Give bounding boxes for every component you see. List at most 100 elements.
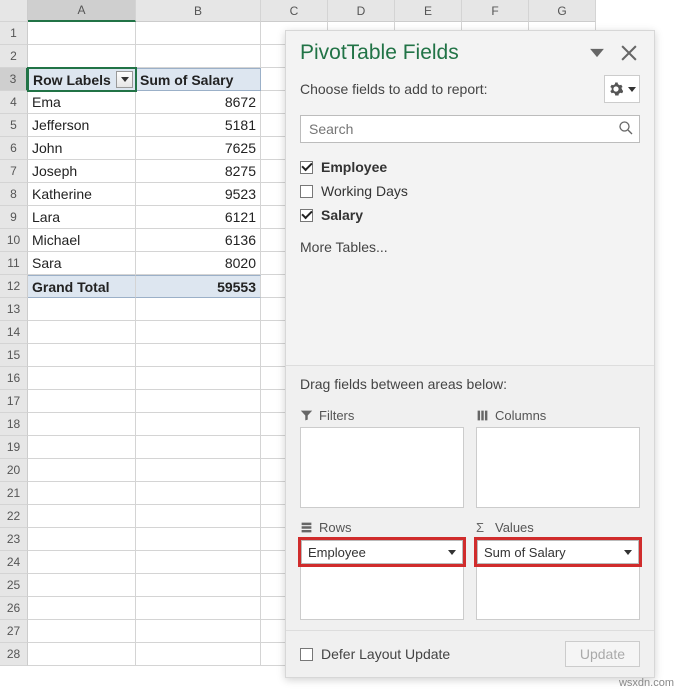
column-header-d[interactable]: D bbox=[328, 0, 395, 22]
cell[interactable]: Katherine bbox=[28, 183, 136, 206]
filters-drop-box[interactable] bbox=[300, 427, 464, 508]
values-chip-sum-salary[interactable]: Sum of Salary bbox=[477, 540, 639, 564]
row-header[interactable]: 7 bbox=[0, 160, 28, 183]
cell[interactable] bbox=[136, 551, 261, 574]
row-header[interactable]: 18 bbox=[0, 413, 28, 436]
cell[interactable] bbox=[136, 344, 261, 367]
cell[interactable]: Jefferson bbox=[28, 114, 136, 137]
cell[interactable]: Row Labels bbox=[28, 68, 136, 91]
cell[interactable] bbox=[28, 459, 136, 482]
cell[interactable] bbox=[136, 390, 261, 413]
field-item-working-days[interactable]: Working Days bbox=[300, 179, 640, 203]
rows-chip-employee[interactable]: Employee bbox=[301, 540, 463, 564]
row-header[interactable]: 13 bbox=[0, 298, 28, 321]
row-header[interactable]: 4 bbox=[0, 91, 28, 114]
cell[interactable] bbox=[136, 482, 261, 505]
column-header-f[interactable]: F bbox=[462, 0, 529, 22]
row-header[interactable]: 24 bbox=[0, 551, 28, 574]
cell[interactable]: Ema bbox=[28, 91, 136, 114]
cell[interactable] bbox=[136, 505, 261, 528]
cell[interactable] bbox=[28, 436, 136, 459]
row-header[interactable]: 1 bbox=[0, 22, 28, 45]
cell[interactable] bbox=[136, 367, 261, 390]
cell[interactable] bbox=[28, 22, 136, 45]
cell[interactable]: 8672 bbox=[136, 91, 261, 114]
cell[interactable]: Sum of Salary bbox=[136, 68, 261, 91]
cell[interactable] bbox=[28, 413, 136, 436]
defer-layout-checkbox[interactable]: Defer Layout Update bbox=[300, 646, 450, 662]
cell[interactable] bbox=[28, 597, 136, 620]
row-header[interactable]: 23 bbox=[0, 528, 28, 551]
cell[interactable] bbox=[28, 390, 136, 413]
pane-menu-icon[interactable] bbox=[586, 42, 608, 64]
chevron-down-icon[interactable] bbox=[624, 550, 632, 555]
checkbox-icon[interactable] bbox=[300, 161, 313, 174]
column-header-c[interactable]: C bbox=[261, 0, 328, 22]
cell[interactable]: 59553 bbox=[136, 275, 261, 298]
cell[interactable] bbox=[136, 574, 261, 597]
cell[interactable] bbox=[28, 482, 136, 505]
row-header[interactable]: 21 bbox=[0, 482, 28, 505]
cell[interactable] bbox=[136, 22, 261, 45]
cell[interactable] bbox=[28, 528, 136, 551]
column-header-b[interactable]: B bbox=[136, 0, 261, 22]
cell[interactable]: 9523 bbox=[136, 183, 261, 206]
cell[interactable] bbox=[28, 298, 136, 321]
row-header[interactable]: 16 bbox=[0, 367, 28, 390]
more-tables-link[interactable]: More Tables... bbox=[286, 229, 654, 265]
cell[interactable]: 6121 bbox=[136, 206, 261, 229]
row-header[interactable]: 8 bbox=[0, 183, 28, 206]
filters-area[interactable]: Filters bbox=[300, 408, 464, 508]
cell[interactable]: 5181 bbox=[136, 114, 261, 137]
cell[interactable] bbox=[28, 367, 136, 390]
row-header[interactable]: 19 bbox=[0, 436, 28, 459]
update-button[interactable]: Update bbox=[565, 641, 640, 667]
filter-dropdown-icon[interactable] bbox=[116, 71, 133, 88]
cell[interactable]: Grand Total bbox=[28, 275, 136, 298]
cell[interactable] bbox=[28, 321, 136, 344]
cell[interactable] bbox=[136, 620, 261, 643]
gear-icon[interactable] bbox=[604, 75, 640, 103]
row-header[interactable]: 12 bbox=[0, 275, 28, 298]
column-header-g[interactable]: G bbox=[529, 0, 596, 22]
row-header[interactable]: 26 bbox=[0, 597, 28, 620]
cell[interactable] bbox=[28, 643, 136, 666]
cell[interactable] bbox=[28, 620, 136, 643]
row-header[interactable]: 2 bbox=[0, 45, 28, 68]
search-input[interactable] bbox=[300, 115, 640, 143]
cell[interactable] bbox=[136, 528, 261, 551]
rows-area[interactable]: Rows Employee bbox=[300, 520, 464, 620]
cell[interactable] bbox=[28, 551, 136, 574]
cell[interactable]: 7625 bbox=[136, 137, 261, 160]
values-area[interactable]: Σ Values Sum of Salary bbox=[476, 520, 640, 620]
row-header[interactable]: 20 bbox=[0, 459, 28, 482]
row-header[interactable]: 28 bbox=[0, 643, 28, 666]
row-header[interactable]: 27 bbox=[0, 620, 28, 643]
cell[interactable]: Michael bbox=[28, 229, 136, 252]
cell[interactable] bbox=[28, 45, 136, 68]
field-item-salary[interactable]: Salary bbox=[300, 203, 640, 227]
cell[interactable] bbox=[28, 505, 136, 528]
cell[interactable] bbox=[136, 459, 261, 482]
cell[interactable]: Sara bbox=[28, 252, 136, 275]
row-header[interactable]: 11 bbox=[0, 252, 28, 275]
column-header-a[interactable]: A bbox=[28, 0, 136, 22]
close-icon[interactable] bbox=[618, 42, 640, 64]
cell[interactable] bbox=[136, 436, 261, 459]
field-item-employee[interactable]: Employee bbox=[300, 155, 640, 179]
cell[interactable] bbox=[136, 321, 261, 344]
values-drop-box[interactable]: Sum of Salary bbox=[476, 539, 640, 620]
cell[interactable]: 8275 bbox=[136, 160, 261, 183]
cell[interactable] bbox=[136, 45, 261, 68]
select-all-corner[interactable] bbox=[0, 0, 28, 22]
row-header[interactable]: 5 bbox=[0, 114, 28, 137]
cell[interactable] bbox=[136, 298, 261, 321]
cell[interactable]: John bbox=[28, 137, 136, 160]
row-header[interactable]: 15 bbox=[0, 344, 28, 367]
row-header[interactable]: 17 bbox=[0, 390, 28, 413]
cell[interactable] bbox=[136, 413, 261, 436]
cell[interactable]: Joseph bbox=[28, 160, 136, 183]
rows-drop-box[interactable]: Employee bbox=[300, 539, 464, 620]
row-header[interactable]: 6 bbox=[0, 137, 28, 160]
row-header[interactable]: 3 bbox=[0, 68, 28, 91]
